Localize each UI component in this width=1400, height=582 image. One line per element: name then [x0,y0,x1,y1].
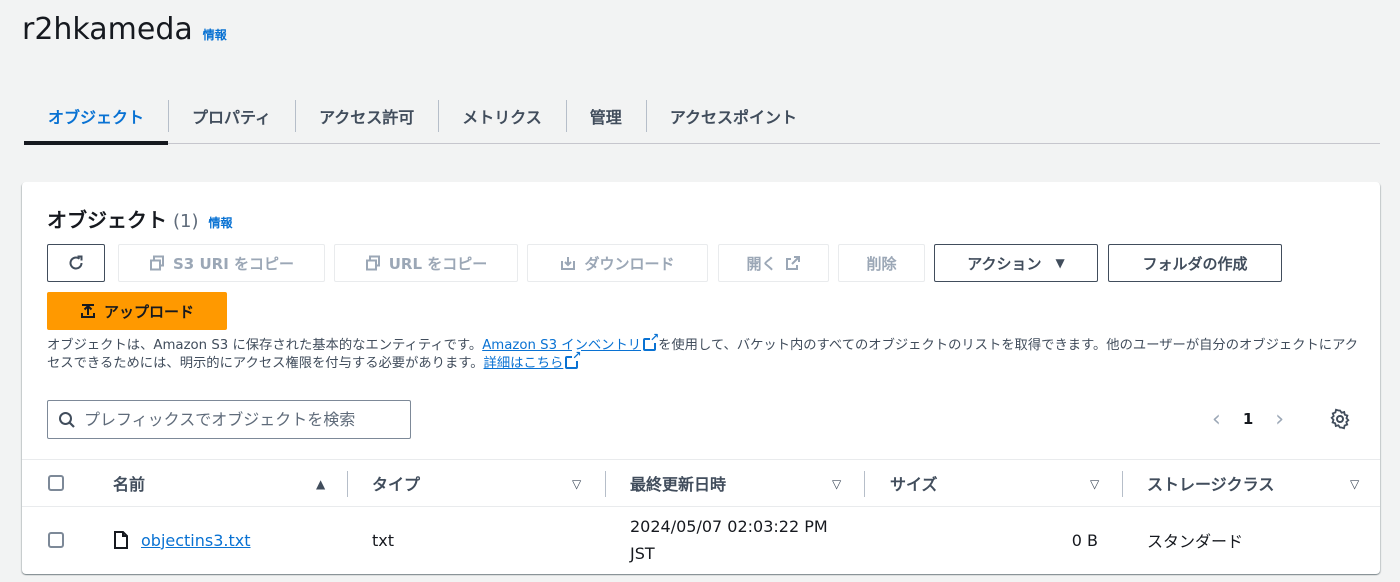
tab-access-points[interactable]: アクセスポイント [645,97,821,135]
sort-icon[interactable]: ▽ [1090,477,1099,491]
copy-url-button[interactable]: URL をコピー [334,244,518,282]
objects-description: オブジェクトは、Amazon S3 に保存された基本的なエンティティです。Ama… [47,332,1367,373]
sort-icon[interactable]: ▽ [572,477,581,491]
description-text-1: オブジェクトは、Amazon S3 に保存された基本的なエンティティです。 [47,338,483,353]
last-modified-date: 2024/05/07 02:03:22 PM [630,517,828,536]
column-header-type[interactable]: タイプ [372,460,420,506]
actions-dropdown[interactable]: アクション ▼ [934,244,1098,282]
file-size: 0 B [1071,530,1098,550]
copy-icon [365,255,380,271]
external-link-icon [785,256,800,270]
upload-icon [80,304,95,318]
objects-info-link[interactable]: 情報 [209,214,233,231]
learn-more-link[interactable]: 詳細はこちら [484,356,564,371]
gear-icon [1330,408,1350,430]
column-header-last-modified[interactable]: 最終更新日時 [630,460,726,506]
table-row: objectins3.txt txt 2024/05/07 02:03:22 P… [22,507,1380,573]
refresh-button[interactable] [47,244,105,282]
row-checkbox[interactable] [48,532,64,548]
file-icon [114,531,128,549]
copy-s3-uri-button[interactable]: S3 URI をコピー [118,244,325,282]
column-header-size[interactable]: サイズ [890,460,938,506]
caret-down-icon: ▼ [1055,256,1065,270]
copy-s3-uri-label: S3 URI をコピー [173,254,294,273]
search-box [47,400,411,439]
search-input[interactable] [84,410,384,429]
tab-objects[interactable]: オブジェクト [24,97,169,145]
row-checkbox-cell [48,507,64,573]
bucket-header: r2hkameda 情報 [22,12,227,47]
pagination: ‹ 1 › [1212,404,1284,434]
objects-panel-header: オブジェクト (1) 情報 [47,204,233,233]
actions-label: アクション [967,254,1042,273]
objects-panel-title: オブジェクト [47,208,167,232]
download-icon [561,257,576,270]
select-all-checkbox[interactable] [48,475,64,491]
tab-properties[interactable]: プロパティ [168,97,295,135]
objects-panel: オブジェクト (1) 情報 S3 URI をコピー URL をコピー ダウンロー… [22,182,1380,574]
page-number[interactable]: 1 [1243,410,1253,428]
tab-metrics[interactable]: メトリクス [438,97,566,135]
column-divider [864,471,865,497]
refresh-icon [69,255,83,270]
upload-button[interactable]: アップロード [47,292,227,330]
header-checkbox-cell [48,460,64,506]
chevron-right-icon[interactable]: › [1275,407,1284,432]
last-modified-cell: 2024/05/07 02:03:22 PM JST [630,507,828,573]
tab-permissions[interactable]: アクセス許可 [295,97,438,135]
column-header-storage-class[interactable]: ストレージクラス [1147,460,1274,506]
file-name-cell: objectins3.txt [113,507,251,573]
bucket-tabs: オブジェクト プロパティ アクセス許可 メトリクス 管理 アクセスポイント [24,88,1380,145]
bucket-info-link[interactable]: 情報 [203,26,227,43]
create-folder-label: フォルダの作成 [1142,254,1248,273]
column-divider [605,471,606,497]
learn-more-label: 詳細はこちら [483,356,564,371]
file-type: txt [372,530,395,550]
download-label: ダウンロード [584,254,675,273]
sort-icon[interactable]: ▽ [832,477,841,491]
objects-count: (1) [173,211,199,232]
external-link-icon [565,350,582,369]
preferences-button[interactable] [1329,404,1351,434]
column-header-name[interactable]: 名前 [113,460,145,506]
upload-label: アップロード [103,302,194,321]
open-label: 開く [746,254,777,273]
open-button[interactable]: 開く [718,244,829,282]
column-divider [347,471,348,497]
sort-ascending-icon[interactable]: ▲ [316,477,325,491]
bucket-name: r2hkameda [22,12,193,47]
delete-label: 削除 [866,254,897,273]
search-icon [59,411,75,428]
last-modified-timezone: JST [630,544,655,563]
copy-url-label: URL をコピー [388,254,488,273]
inventory-link-label: Amazon S3 インベントリ [482,338,642,353]
table-header: 名前 ▲ タイプ ▽ 最終更新日時 ▽ サイズ ▽ ストレージクラス ▽ [22,459,1380,507]
inventory-link[interactable]: Amazon S3 インベントリ [482,338,641,353]
objects-table: 名前 ▲ タイプ ▽ 最終更新日時 ▽ サイズ ▽ ストレージクラス ▽ obj… [22,459,1380,573]
column-divider [1122,471,1123,497]
external-link-icon [643,332,660,351]
storage-class: スタンダード [1147,532,1244,551]
delete-button[interactable]: 削除 [838,244,925,282]
sort-icon[interactable]: ▽ [1350,477,1359,491]
tab-management[interactable]: 管理 [565,97,646,135]
create-folder-button[interactable]: フォルダの作成 [1108,244,1282,282]
chevron-left-icon[interactable]: ‹ [1212,407,1221,432]
file-name-link[interactable]: objectins3.txt [141,531,251,550]
copy-icon [150,255,164,271]
download-button[interactable]: ダウンロード [527,244,708,282]
